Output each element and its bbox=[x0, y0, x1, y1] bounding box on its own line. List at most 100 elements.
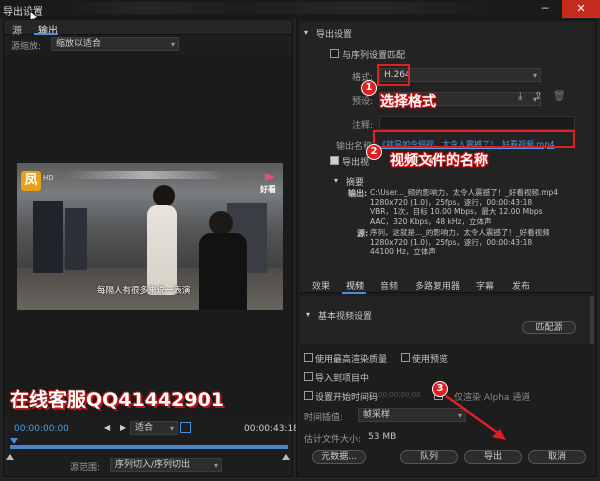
queue-button[interactable]: 队列 bbox=[400, 450, 458, 464]
active-tab-indicator bbox=[342, 292, 366, 294]
summary-source-label: 源: bbox=[357, 229, 369, 238]
basic-video-header: 基本视频设置 bbox=[318, 312, 373, 322]
summary-source-lines: 序列，这就是..._的影响力，太令人震撼了！_好看视频 1280x720 (1.… bbox=[370, 228, 550, 257]
mark-in-icon[interactable]: ◀ bbox=[104, 423, 110, 432]
comment-input[interactable] bbox=[379, 116, 575, 130]
delete-preset-icon[interactable]: 🗑 bbox=[553, 91, 566, 102]
watermark-text: 在线客服QQ41442901 bbox=[10, 389, 225, 411]
person-suit bbox=[199, 233, 247, 310]
channel-logo-icon: 凤 bbox=[21, 171, 41, 191]
chevron-down-icon: ▾ bbox=[532, 71, 537, 80]
video-subtitle: 每隔人有很多来说一表演 bbox=[97, 286, 191, 296]
source-scale-select[interactable]: 缩放以适合 ▾ bbox=[51, 37, 179, 51]
mark-out-icon[interactable]: ▶ bbox=[120, 423, 126, 432]
tab-captions[interactable]: 字幕 bbox=[476, 279, 494, 292]
tab-effects[interactable]: 效果 bbox=[312, 279, 330, 292]
minimize-button[interactable]: ─ bbox=[530, 0, 560, 18]
match-sequence-checkbox[interactable] bbox=[330, 49, 339, 58]
step2-annotation: 视频文件的名称 bbox=[390, 153, 488, 169]
summary-output-label: 输出: bbox=[348, 189, 368, 198]
tab-multiplexer[interactable]: 多路复用器 bbox=[415, 279, 460, 292]
summary-line: 序列，这就是..._的影响力，太令人震撼了！_好看视频 bbox=[370, 228, 550, 237]
video-frame: 凤 HD 好看 每隔人有很多来说一表演 bbox=[17, 163, 283, 310]
person-dress bbox=[147, 205, 177, 295]
source-range-value: 序列切入/序列切出 bbox=[115, 460, 191, 470]
summary-line: VBR，1次，目标 10.00 Mbps，最大 12.00 Mbps bbox=[370, 207, 543, 216]
aspect-toggle-icon[interactable] bbox=[180, 422, 191, 433]
timeline-area: 00:00:00:00 ◀ ▶ 适合 ▾ 00:00:43:18 源范围: 序列… bbox=[6, 418, 299, 476]
source-range-select[interactable]: 序列切入/序列切出 ▾ bbox=[110, 458, 222, 472]
tab-video[interactable]: 视频 bbox=[346, 279, 364, 292]
summary-line: C:\User..._频的影响力，太令人震撼了！_好看视频.mp4 bbox=[370, 188, 559, 197]
import-preset-icon[interactable]: ⇪ bbox=[534, 91, 542, 102]
use-preview-checkbox[interactable] bbox=[401, 353, 410, 362]
hd-badge: HD bbox=[43, 174, 54, 182]
timeline-track[interactable] bbox=[10, 438, 288, 452]
source-range-fill bbox=[10, 445, 288, 449]
tab-publish[interactable]: 发布 bbox=[512, 279, 530, 292]
out-point-icon[interactable] bbox=[282, 454, 290, 460]
max-render-quality-label: 使用最高渲染质量 bbox=[315, 355, 388, 365]
time-interp-label: 时间插值: bbox=[304, 413, 344, 423]
background-menu-bar bbox=[60, 2, 500, 14]
step-badge: 2 bbox=[366, 144, 382, 160]
export-video-checkbox[interactable] bbox=[330, 156, 339, 165]
source-scale-label: 源缩放: bbox=[11, 42, 42, 52]
banner-stand bbox=[65, 208, 87, 270]
tab-source[interactable]: 源 bbox=[12, 22, 22, 37]
chevron-down-icon: ▾ bbox=[213, 461, 218, 470]
basic-video-section: ▾ 基本视频设置 匹配源 bbox=[300, 296, 592, 344]
export-video-label: 导出视 bbox=[342, 158, 370, 168]
step-badge: 1 bbox=[361, 80, 377, 96]
source-range-label: 源范围: bbox=[70, 463, 101, 473]
summary-line: 1280x720 (1.0)，25fps，逐行，00:00:43:18 bbox=[370, 237, 533, 247]
summary-header: 摘要 bbox=[346, 178, 365, 188]
playhead-icon[interactable] bbox=[10, 438, 18, 444]
match-source-button[interactable]: 匹配源 bbox=[522, 321, 576, 334]
use-preview-label: 使用预览 bbox=[412, 355, 449, 365]
chevron-down-icon: ▾ bbox=[169, 424, 174, 433]
summary-line: AAC，320 Kbps，48 kHz，立体声 bbox=[370, 216, 492, 226]
scrollbar[interactable] bbox=[590, 296, 594, 344]
est-size-value: 53 MB bbox=[368, 432, 397, 442]
comment-label: 注释: bbox=[352, 121, 374, 131]
est-size-label: 估计文件大小: bbox=[304, 435, 362, 445]
start-tc-value[interactable]: 00;00;00;00 bbox=[378, 391, 421, 399]
tab-audio[interactable]: 音频 bbox=[380, 279, 398, 292]
chevron-down-icon[interactable]: ▾ bbox=[304, 28, 308, 37]
zoom-select[interactable]: 适合 ▾ bbox=[130, 421, 178, 435]
zoom-value: 适合 bbox=[135, 423, 154, 433]
format-highlight-box bbox=[377, 64, 410, 86]
active-tab-indicator bbox=[34, 33, 58, 35]
import-project-checkbox[interactable] bbox=[304, 372, 313, 381]
save-preset-icon[interactable]: ⤓ bbox=[518, 91, 522, 102]
ceiling-light bbox=[67, 171, 227, 179]
export-settings-header: 导出设置 bbox=[316, 30, 353, 40]
person-head bbox=[209, 211, 233, 235]
summary-line: 1280x720 (1.0)，25fps，逐行，00:00:43:18 bbox=[370, 197, 533, 207]
summary-output-lines: C:\User..._频的影响力，太令人震撼了！_好看视频.mp4 1280x7… bbox=[370, 188, 558, 226]
chevron-down-icon: ▾ bbox=[170, 40, 175, 49]
cancel-button[interactable]: 取消 bbox=[528, 450, 586, 464]
summary-line: 44100 Hz，立体声 bbox=[370, 247, 436, 256]
title-bar: 导出设置 ─ ✕ bbox=[0, 0, 600, 18]
haokan-logo-icon bbox=[265, 173, 275, 181]
chevron-down-icon[interactable]: ▾ bbox=[306, 310, 310, 319]
step1-annotation: 选择格式 bbox=[380, 94, 436, 110]
end-timecode: 00:00:43:18 bbox=[244, 424, 299, 434]
output-name-highlight-box bbox=[373, 130, 575, 148]
banner-stand bbox=[33, 201, 63, 273]
metadata-button[interactable]: 元数据... bbox=[312, 450, 366, 464]
source-scale-value: 缩放以适合 bbox=[56, 39, 102, 49]
start-timecode[interactable]: 00:00:00:00 bbox=[14, 424, 69, 434]
in-point-icon[interactable] bbox=[6, 454, 14, 460]
set-start-tc-checkbox[interactable] bbox=[304, 391, 313, 400]
chevron-down-icon[interactable]: ▾ bbox=[334, 176, 338, 185]
time-interp-value: 帧采样 bbox=[363, 410, 391, 420]
set-start-tc-label: 设置开始时间码 bbox=[315, 393, 379, 403]
settings-tabbar: 效果 视频 音频 多路复用器 字幕 发布 bbox=[300, 277, 592, 293]
export-button[interactable]: 导出 bbox=[464, 450, 522, 464]
close-button[interactable]: ✕ bbox=[562, 0, 600, 18]
match-sequence-label: 与序列设置匹配 bbox=[342, 51, 406, 61]
max-render-quality-checkbox[interactable] bbox=[304, 353, 313, 362]
